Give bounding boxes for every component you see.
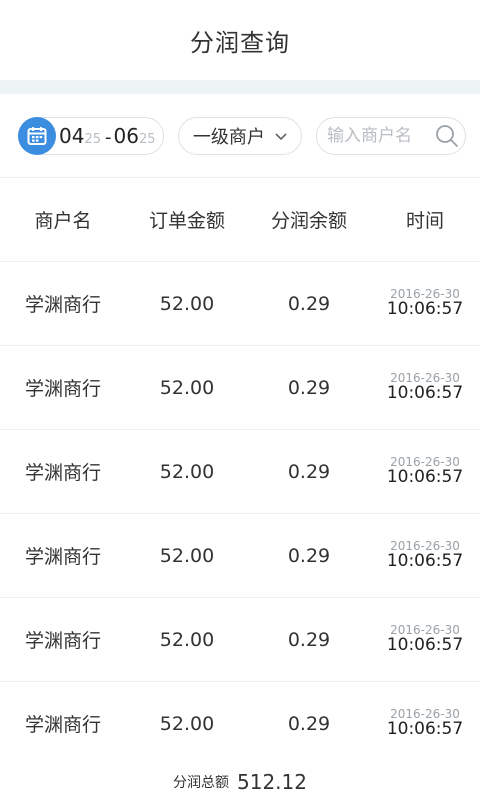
time-cell: 2016-26-30 10:06:57 [370, 288, 480, 318]
header-separator [0, 80, 480, 94]
merchant-name: 学渊商行 [24, 630, 101, 652]
row-time: 10:06:57 [386, 718, 464, 739]
time-cell: 2016-26-30 10:06:57 [370, 456, 480, 486]
date-range-picker[interactable]: 04 25 - 06 25 [18, 116, 164, 155]
search-input[interactable] [327, 125, 435, 146]
column-header-time: 时间 [405, 210, 444, 232]
profit-balance: 0.29 [287, 628, 331, 651]
filter-bar: 04 25 - 06 25 一级商户 [0, 94, 480, 178]
merchant-name: 学渊商行 [24, 546, 101, 568]
merchant-name: 学渊商行 [24, 462, 101, 484]
search-icon[interactable] [435, 124, 459, 148]
start-day: 25 [84, 131, 101, 147]
table-row[interactable]: 学渊商行 52.00 0.29 2016-26-30 10:06:57 [0, 346, 480, 430]
time-cell: 2016-26-30 10:06:57 [370, 708, 480, 738]
profit-balance: 0.29 [287, 376, 331, 399]
table-row[interactable]: 学渊商行 52.00 0.29 2016-26-30 10:06:57 [0, 598, 480, 682]
order-amount: 52.00 [159, 544, 215, 567]
end-month: 06 [113, 123, 139, 148]
merchant-name: 学渊商行 [24, 294, 101, 316]
page-title: 分润查询 [190, 28, 290, 57]
column-header-order-amount: 订单金额 [148, 210, 225, 232]
date-range-text: 04 25 - 06 25 [59, 124, 158, 148]
merchant-level-select[interactable]: 一级商户 [177, 116, 302, 155]
date-separator: - [105, 126, 112, 148]
total-label: 分润总额 [173, 775, 229, 791]
time-cell: 2016-26-30 10:06:57 [370, 372, 480, 402]
order-amount: 52.00 [159, 712, 215, 735]
profit-balance: 0.29 [287, 292, 331, 315]
order-amount: 52.00 [159, 460, 215, 483]
merchant-name: 学渊商行 [24, 714, 101, 736]
row-time: 10:06:57 [386, 634, 464, 655]
profit-balance: 0.29 [287, 544, 331, 567]
order-amount: 52.00 [159, 376, 215, 399]
chevron-down-icon [275, 126, 287, 145]
end-day: 25 [138, 131, 156, 147]
search-box[interactable] [316, 116, 466, 155]
merchant-name: 学渊商行 [24, 378, 101, 400]
row-time: 10:06:57 [386, 298, 464, 319]
calendar-icon[interactable] [18, 116, 56, 155]
time-cell: 2016-26-30 10:06:57 [370, 540, 480, 570]
total-footer: 分润总额 512.12 [0, 764, 480, 800]
app-header: 分润查询 [0, 0, 480, 80]
table-row[interactable]: 学渊商行 52.00 0.29 2016-26-30 10:06:57 [0, 514, 480, 598]
table-row[interactable]: 学渊商行 52.00 0.29 2016-26-30 10:06:57 [0, 682, 480, 766]
total-value: 512.12 [237, 770, 307, 794]
profit-balance: 0.29 [287, 712, 331, 735]
row-time: 10:06:57 [386, 382, 464, 403]
table-body: 学渊商行 52.00 0.29 2016-26-30 10:06:57 学渊商行… [0, 262, 480, 766]
start-month: 04 [59, 123, 85, 148]
column-header-merchant: 商户名 [34, 210, 92, 232]
table-header: 商户名 订单金额 分润余额 时间 [0, 178, 480, 262]
table-row[interactable]: 学渊商行 52.00 0.29 2016-26-30 10:06:57 [0, 262, 480, 346]
order-amount: 52.00 [159, 628, 215, 651]
table-row[interactable]: 学渊商行 52.00 0.29 2016-26-30 10:06:57 [0, 430, 480, 514]
column-header-profit-balance: 分润余额 [270, 210, 347, 232]
time-cell: 2016-26-30 10:06:57 [370, 624, 480, 654]
row-time: 10:06:57 [386, 550, 464, 571]
profit-balance: 0.29 [287, 460, 331, 483]
merchant-level-label: 一级商户 [192, 126, 265, 148]
order-amount: 52.00 [159, 292, 215, 315]
row-time: 10:06:57 [386, 466, 464, 487]
